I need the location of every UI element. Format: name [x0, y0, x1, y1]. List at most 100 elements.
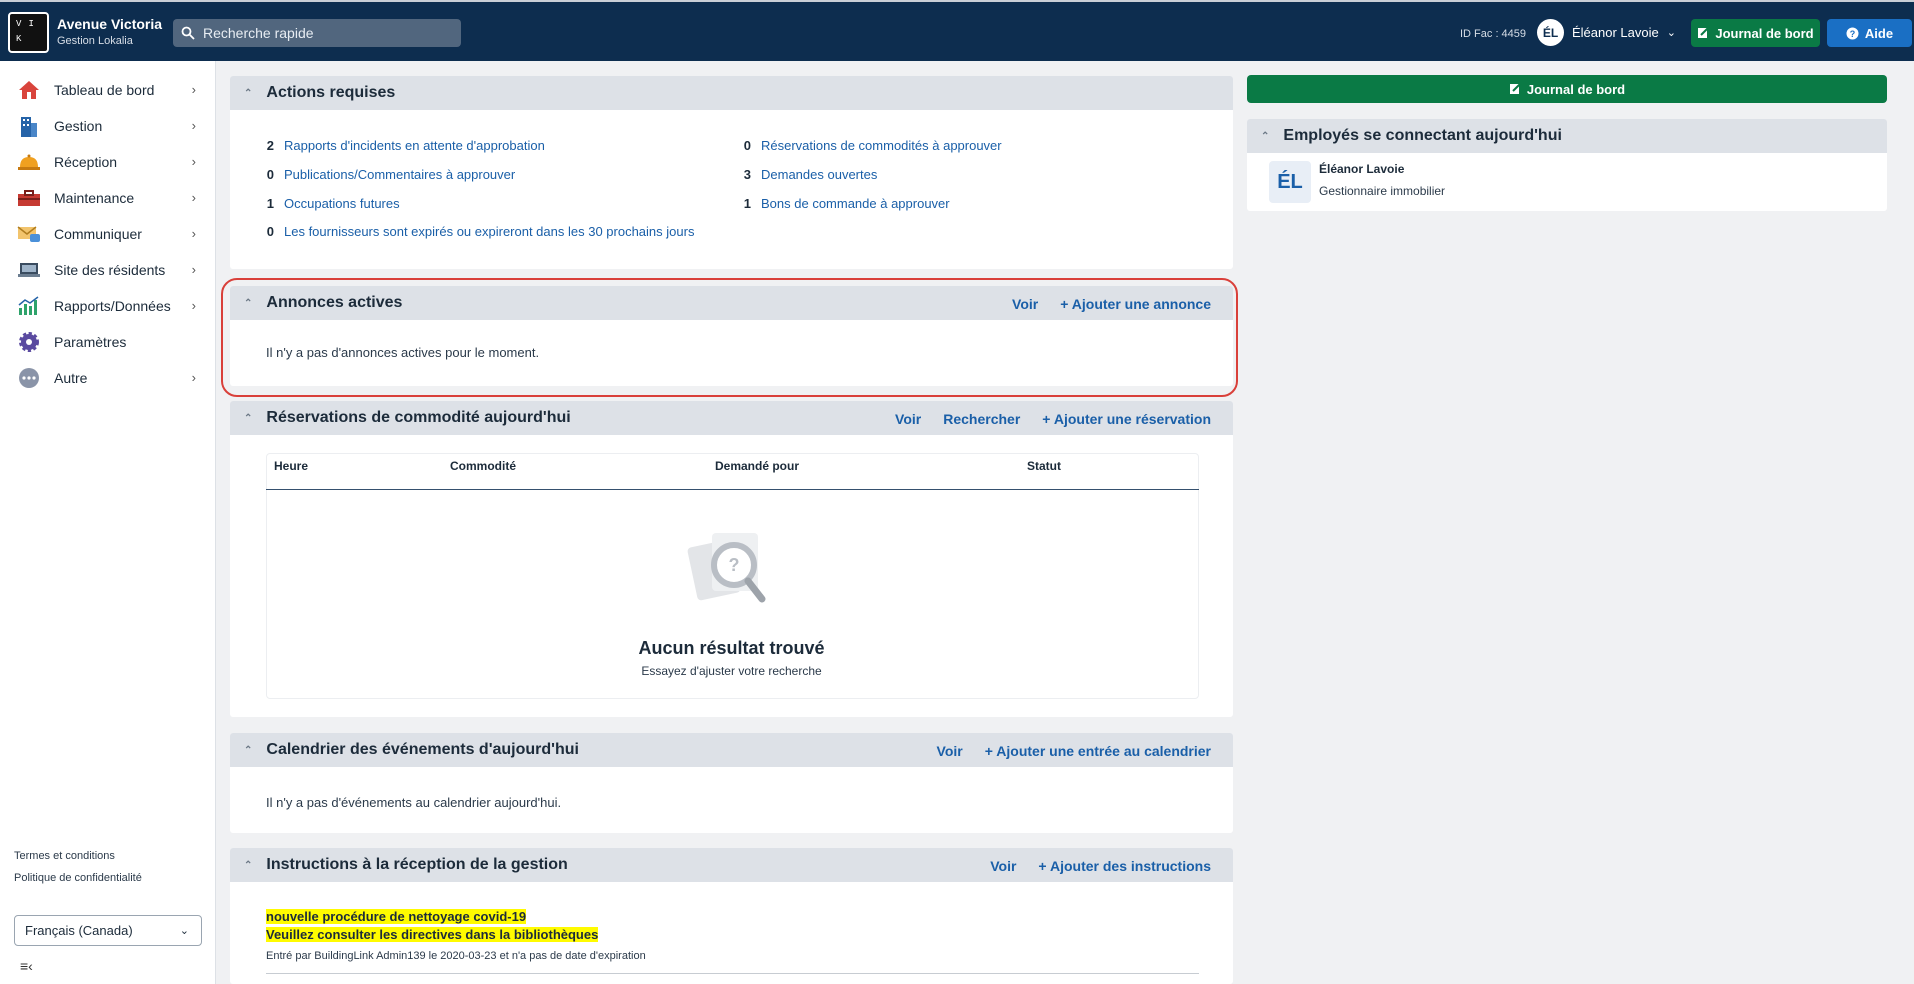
chevron-right-icon: › — [191, 226, 196, 241]
action-link[interactable]: Rapports d'incidents en attente d'approb… — [284, 138, 545, 153]
chevron-right-icon: › — [191, 118, 196, 133]
actions-header[interactable]: ⌃ Actions requises — [230, 76, 1233, 110]
instruction-line: Veuillez consulter les directives dans l… — [266, 927, 599, 942]
sidebar-item-parametres[interactable]: Paramètres — [0, 324, 216, 360]
instructions-header[interactable]: ⌃ Instructions à la réception de la gest… — [230, 848, 1233, 882]
journal-button-label: Journal de bord — [1526, 81, 1626, 97]
action-count: 1 — [266, 196, 274, 211]
sidebar-item-site-residents[interactable]: Site des résidents › — [0, 252, 216, 288]
terms-link[interactable]: Termes et conditions — [14, 850, 115, 862]
sidebar-item-dashboard[interactable]: Tableau de bord › — [0, 72, 216, 108]
user-menu[interactable]: ÉL Éléanor Lavoie ⌄ — [1537, 19, 1676, 46]
reservations-header[interactable]: ⌃ Réservations de commodité aujourd'hui … — [230, 401, 1233, 435]
reservations-panel: ⌃ Réservations de commodité aujourd'hui … — [230, 401, 1233, 717]
action-link[interactable]: Bons de commande à approuver — [761, 196, 950, 211]
action-item[interactable]: 0 Réservations de commodités à approuver — [743, 138, 1002, 153]
action-link[interactable]: Publications/Commentaires à approuver — [284, 167, 515, 182]
action-item[interactable]: 2 Rapports d'incidents en attente d'appro… — [266, 138, 545, 153]
sidebar-item-label: Communiquer — [54, 226, 142, 242]
sidebar-item-label: Réception — [54, 154, 118, 170]
action-item[interactable]: 1 Bons de commande à approuver — [743, 196, 950, 211]
brand[interactable]: Avenue Victoria Gestion Lokalia — [57, 16, 162, 47]
privacy-link[interactable]: Politique de confidentialité — [14, 872, 142, 884]
chart-icon — [16, 294, 42, 318]
view-reservations-link[interactable]: Voir — [895, 411, 921, 427]
action-link[interactable]: Occupations futures — [284, 196, 400, 211]
sidebar-item-maintenance[interactable]: Maintenance › — [0, 180, 216, 216]
action-count: 2 — [266, 138, 274, 153]
action-count: 3 — [743, 167, 751, 182]
view-calendar-link[interactable]: Voir — [937, 743, 963, 759]
bell-icon — [16, 150, 42, 174]
sidebar-item-label: Maintenance — [54, 190, 135, 206]
action-link[interactable]: Demandes ouvertes — [761, 167, 877, 182]
chevron-up-icon: ⌃ — [244, 412, 253, 424]
instruction-line: nouvelle procédure de nettoyage covid-19 — [266, 909, 527, 924]
logo-letter: K — [16, 33, 22, 44]
chevron-right-icon: › — [191, 370, 196, 385]
empty-message: Il n'y a pas d'événements au calendrier … — [266, 795, 562, 810]
action-item[interactable]: 3 Demandes ouvertes — [743, 167, 878, 182]
action-item[interactable]: 1 Occupations futures — [266, 196, 400, 211]
panel-title: Employés se connectant aujourd'hui — [1283, 127, 1562, 144]
search-input[interactable] — [203, 25, 453, 41]
sidebar-item-rapports[interactable]: Rapports/Données › — [0, 288, 216, 324]
action-count: 0 — [266, 167, 274, 182]
chevron-right-icon: › — [191, 262, 196, 277]
sidebar-item-reception[interactable]: Réception › — [0, 144, 216, 180]
instructions-panel: ⌃ Instructions à la réception de la gest… — [230, 848, 1233, 984]
panel-title: Calendrier des événements d'aujourd'hui — [266, 741, 579, 758]
chevron-up-icon: ⌃ — [244, 87, 253, 99]
search-icon — [181, 26, 195, 40]
svg-text:?: ? — [729, 555, 740, 575]
employee-name[interactable]: Éléanor Lavoie — [1319, 162, 1404, 176]
sidebar-item-autre[interactable]: Autre › — [0, 360, 216, 396]
building-logo[interactable]: V I K — [8, 12, 49, 53]
action-item[interactable]: 0 Les fournisseurs sont expirés ou expire… — [266, 224, 695, 239]
sidebar-item-label: Autre — [54, 370, 88, 386]
svg-text:?: ? — [1850, 29, 1856, 39]
user-name: Éléanor Lavoie — [1572, 25, 1659, 40]
collapse-menu-icon[interactable]: ≡‹ — [20, 958, 33, 974]
calendar-panel: ⌃ Calendrier des événements d'aujourd'hu… — [230, 733, 1233, 833]
action-count: 0 — [743, 138, 751, 153]
action-count: 1 — [743, 196, 751, 211]
chevron-down-icon: ⌄ — [1666, 27, 1676, 39]
language-value: Français (Canada) — [25, 923, 133, 938]
more-icon — [16, 366, 42, 390]
column-header[interactable]: Statut — [1027, 459, 1061, 473]
journal-button[interactable]: Journal de bord — [1691, 19, 1820, 47]
action-item[interactable]: 0 Publications/Commentaires à approuver — [266, 167, 515, 182]
column-header[interactable]: Demandé pour — [715, 459, 799, 473]
language-select[interactable]: Français (Canada) ⌄ — [14, 915, 202, 946]
journal-button-right[interactable]: Journal de bord — [1247, 75, 1887, 103]
sidebar-item-communiquer[interactable]: Communiquer › — [0, 216, 216, 252]
add-calendar-entry-link[interactable]: + Ajouter une entrée au calendrier — [985, 743, 1211, 759]
help-button[interactable]: ? Aide — [1827, 19, 1912, 47]
envelope-icon — [16, 222, 42, 246]
sidebar-item-label: Rapports/Données — [54, 298, 171, 314]
calendar-header[interactable]: ⌃ Calendrier des événements d'aujourd'hu… — [230, 733, 1233, 767]
panel-title: Réservations de commodité aujourd'hui — [266, 409, 571, 426]
view-instructions-link[interactable]: Voir — [990, 858, 1016, 874]
chevron-up-icon: ⌃ — [244, 859, 253, 871]
sidebar-item-label: Paramètres — [54, 334, 127, 350]
action-link[interactable]: Les fournisseurs sont expirés ou expirer… — [284, 224, 694, 239]
company-name: Gestion Lokalia — [57, 35, 133, 47]
magnifier-icon: ? — [687, 533, 766, 603]
search-reservations-link[interactable]: Rechercher — [943, 411, 1020, 427]
divider — [266, 973, 1199, 974]
employees-panel: ⌃ Employés se connectant aujourd'hui ÉL … — [1247, 119, 1887, 211]
column-header[interactable]: Commodité — [450, 459, 516, 473]
chevron-right-icon: › — [191, 82, 196, 97]
sidebar-item-gestion[interactable]: Gestion › — [0, 108, 216, 144]
logo-letter: V — [16, 19, 22, 29]
column-header[interactable]: Heure — [274, 459, 308, 473]
add-reservation-link[interactable]: + Ajouter une réservation — [1042, 411, 1211, 427]
action-link[interactable]: Réservations de commodités à approuver — [761, 138, 1002, 153]
quick-search[interactable] — [173, 19, 461, 47]
building-name: Avenue Victoria — [57, 16, 163, 32]
employees-header[interactable]: ⌃ Employés se connectant aujourd'hui — [1247, 119, 1887, 153]
add-instructions-link[interactable]: + Ajouter des instructions — [1038, 858, 1211, 874]
gear-icon — [16, 330, 42, 354]
